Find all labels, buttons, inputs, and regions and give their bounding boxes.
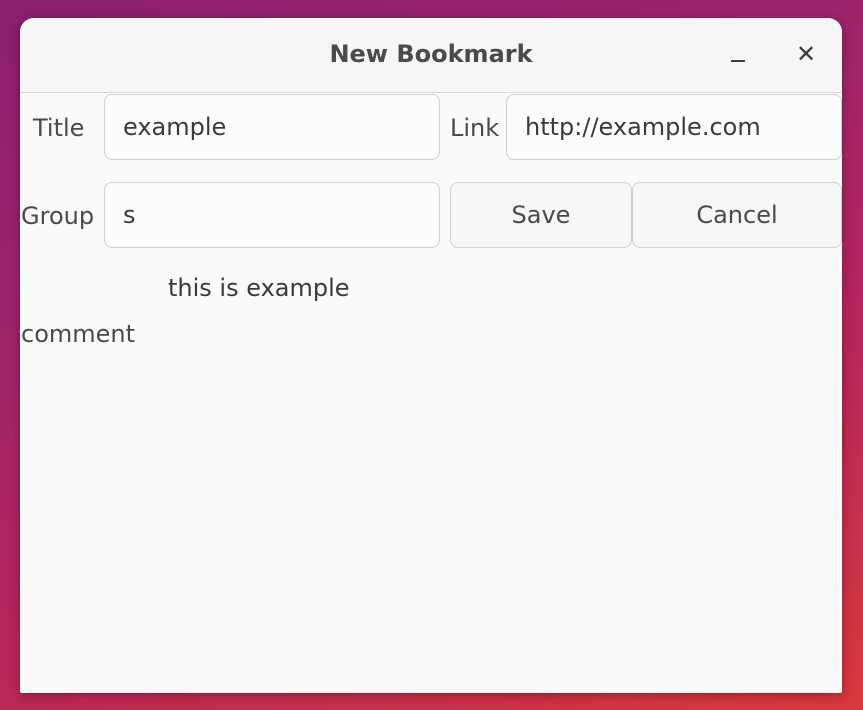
close-icon: ✕: [795, 40, 817, 68]
title-input[interactable]: [104, 94, 440, 160]
title-label: Title: [33, 114, 85, 142]
minimize-button[interactable]: [720, 36, 756, 72]
save-button[interactable]: Save: [450, 182, 632, 248]
cancel-button[interactable]: Cancel: [632, 182, 842, 248]
new-bookmark-dialog: New Bookmark ✕ Title Link Group Save Can…: [20, 18, 842, 693]
link-input[interactable]: [506, 94, 842, 160]
link-label: Link: [450, 114, 500, 142]
close-button[interactable]: ✕: [788, 36, 824, 72]
comment-label: comment: [21, 320, 136, 348]
group-input[interactable]: [104, 182, 440, 248]
window-title: New Bookmark: [329, 40, 533, 68]
minimize-icon: [731, 60, 745, 62]
comment-text-area[interactable]: this is example: [168, 274, 350, 302]
group-label: Group: [21, 202, 95, 230]
title-bar[interactable]: New Bookmark ✕: [20, 18, 842, 93]
